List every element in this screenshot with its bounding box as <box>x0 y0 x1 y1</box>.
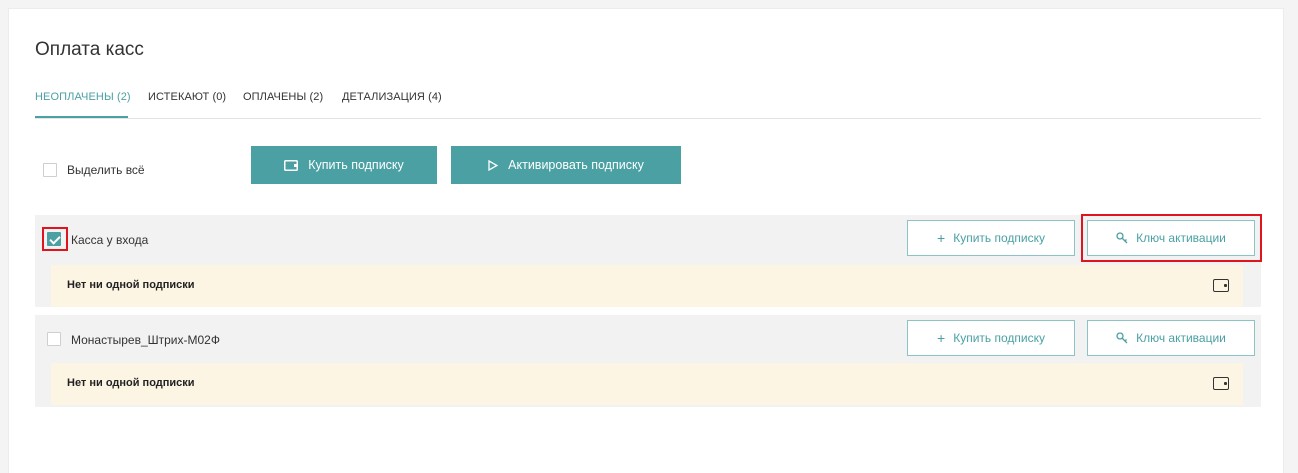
activate-subscription-button[interactable]: Активировать подписку <box>451 146 681 184</box>
row-buy-subscription-button[interactable]: + Купить подписку <box>907 320 1075 356</box>
register-name: Монастырев_Штрих-М02Ф <box>71 333 220 347</box>
activation-key-label: Ключ активации <box>1136 331 1226 345</box>
row-buy-label: Купить подписку <box>953 231 1045 245</box>
tab-expiring[interactable]: ИСТЕКАЮТ (0) <box>148 91 226 103</box>
select-all-label[interactable]: Выделить всё <box>67 163 145 177</box>
plus-icon: + <box>937 230 946 246</box>
subscription-status-row: Нет ни одной подписки <box>51 363 1243 405</box>
wallet-icon <box>1213 279 1229 292</box>
plus-icon: + <box>937 330 946 346</box>
active-tab-indicator <box>35 116 128 118</box>
no-subscription-text: Нет ни одной подписки <box>67 279 195 291</box>
register-name: Касса у входа <box>71 233 149 247</box>
row-buy-subscription-button[interactable]: + Купить подписку <box>907 220 1075 256</box>
tabs-bar: НЕОПЛАЧЕНЫ (2) ИСТЕКАЮТ (0) ОПЛАЧЕНЫ (2)… <box>35 89 1261 119</box>
tab-paid[interactable]: ОПЛАЧЕНЫ (2) <box>243 91 323 103</box>
key-icon <box>1116 332 1128 344</box>
payment-card: Оплата касс НЕОПЛАЧЕНЫ (2) ИСТЕКАЮТ (0) … <box>8 8 1284 473</box>
wallet-icon <box>284 159 299 171</box>
play-icon <box>488 159 499 171</box>
highlight-box <box>1081 214 1262 262</box>
highlight-box <box>42 227 68 251</box>
buy-subscription-label: Купить подписку <box>308 158 404 172</box>
subscription-status-row: Нет ни одной подписки <box>51 265 1243 307</box>
activate-subscription-label: Активировать подписку <box>508 158 644 172</box>
wallet-icon <box>1213 377 1229 390</box>
row-buy-label: Купить подписку <box>953 331 1045 345</box>
activation-key-button[interactable]: Ключ активации <box>1087 320 1255 356</box>
no-subscription-text: Нет ни одной подписки <box>67 377 195 389</box>
tab-details[interactable]: ДЕТАЛИЗАЦИЯ (4) <box>342 91 442 103</box>
register-checkbox[interactable] <box>47 332 61 346</box>
tab-unpaid[interactable]: НЕОПЛАЧЕНЫ (2) <box>35 91 131 103</box>
buy-subscription-button[interactable]: Купить подписку <box>251 146 437 184</box>
page-title: Оплата касс <box>35 39 144 60</box>
select-all-checkbox[interactable] <box>43 163 57 177</box>
